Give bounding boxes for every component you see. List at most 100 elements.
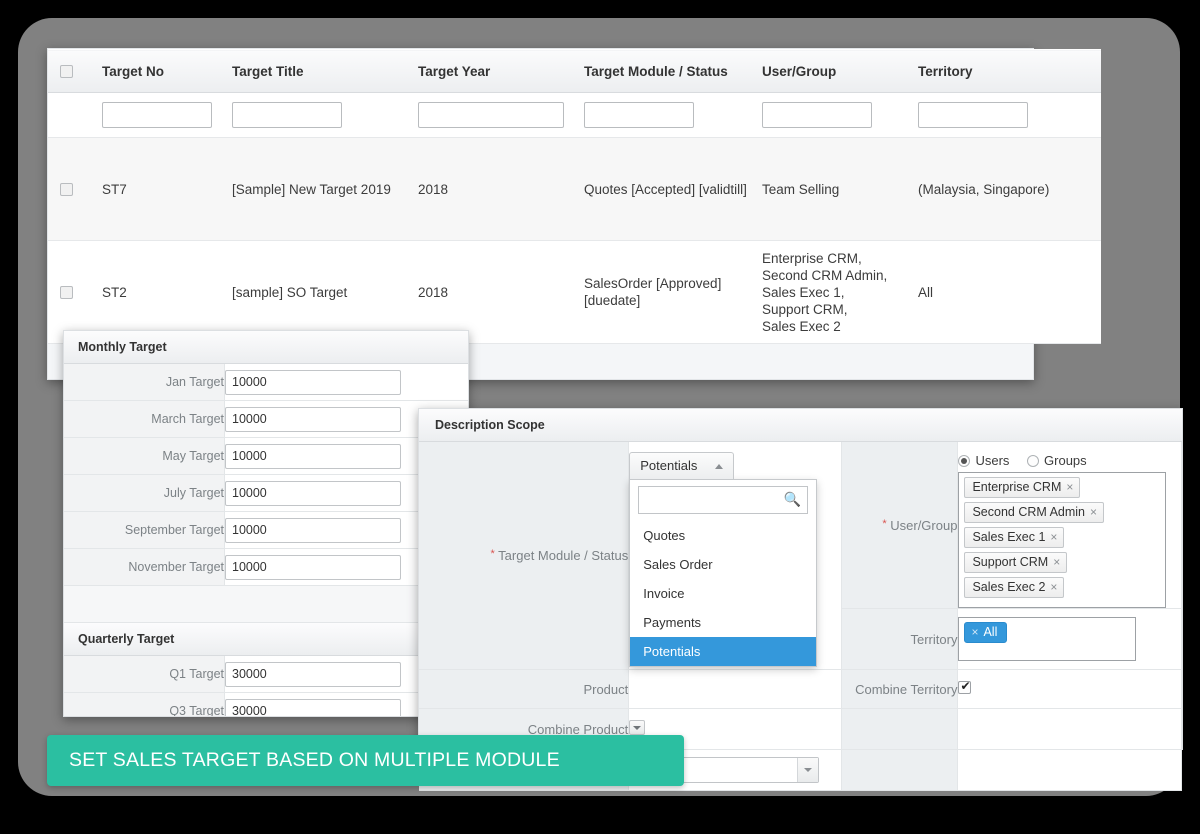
token-label: Support CRM [972,555,1049,569]
column-header-target-title[interactable]: Target Title [232,49,418,93]
user-group-value-cell: Users Groups Enterprise CRM × Second CRM … [957,442,1182,609]
cell-target-title[interactable]: [Sample] New Target 2019 [232,137,418,241]
filter-input-territory[interactable] [918,102,1028,128]
target-module-dropdown[interactable]: Potentials 🔍 Quotes Sales Order Invoice [629,452,841,667]
radio-groups-label: Groups [1044,453,1087,468]
form-row-q1: Q1 Target [64,656,468,693]
input-may-target[interactable] [225,443,401,469]
label-q3-target: Q3 Target [64,692,225,716]
select-all-checkbox[interactable] [60,65,73,79]
description-scope-header: Description Scope [419,409,1182,442]
radio-option-groups[interactable]: Groups [1027,453,1087,468]
token-item[interactable]: Sales Exec 2 × [964,577,1160,602]
remove-token-icon[interactable]: × [1053,555,1060,569]
token-item[interactable]: Sales Exec 1 × [964,527,1160,552]
dropdown-option-sales-order[interactable]: Sales Order [630,550,816,579]
filter-input-target-no[interactable] [102,102,212,128]
cell-target-module: Quotes [Accepted] [validtill] [584,137,762,241]
input-march-target[interactable] [225,406,401,432]
cell-target-title[interactable]: [sample] SO Target [232,240,418,344]
target-module-dropdown-button[interactable]: Potentials [629,452,734,479]
caption-banner: SET SALES TARGET BASED ON MULTIPLE MODUL… [47,735,684,786]
quarterly-target-table: Q1 Target Q3 Target [64,656,468,716]
remove-token-icon[interactable]: × [1090,505,1097,519]
label-march-target: March Target [64,400,225,438]
value-jan-target [224,364,468,401]
empty-value-cell [957,708,1182,750]
row-checkbox[interactable] [60,183,73,197]
input-july-target[interactable] [225,480,401,506]
label-september-target: September Target [64,511,225,549]
token-item[interactable]: Support CRM × [964,552,1160,577]
form-row-september: September Target [64,511,468,549]
user-group-radio-row: Users Groups [958,447,1171,472]
column-header-territory[interactable]: Territory [918,49,1101,93]
filter-input-target-module[interactable] [584,102,694,128]
filter-cell-target-module [584,92,762,138]
input-november-target[interactable] [225,554,401,580]
filter-input-user-group[interactable] [762,102,872,128]
user-group-token-box[interactable]: Enterprise CRM × Second CRM Admin × Sales … [958,472,1167,608]
scope-row-module-usergroup: * Target Module / Status Potentials 🔍 Qu… [419,442,1182,670]
dropdown-search-wrap[interactable]: 🔍 [638,486,809,514]
remove-token-icon[interactable]: × [1066,480,1073,494]
form-row-may: May Target [64,437,468,475]
filter-cell-territory [918,92,1101,138]
label-jan-target: Jan Target [64,364,225,401]
token-item[interactable]: × All [964,622,1008,643]
filter-input-target-year[interactable] [418,102,564,128]
scope-row-product: Product Combine Territory [419,669,1182,709]
combine-territory-checkbox[interactable] [958,679,972,694]
target-module-dropdown-panel: 🔍 Quotes Sales Order Invoice Payments Po… [629,479,818,667]
token-label: Sales Exec 1 [972,530,1046,544]
column-header-target-year[interactable]: Target Year [418,49,584,93]
label-target-module-status-cell: * Target Module / Status [419,442,630,670]
table-row[interactable]: ST7 [Sample] New Target 2019 2018 Quotes… [48,137,1101,241]
cell-target-year: 2018 [418,240,584,344]
token-item[interactable]: Enterprise CRM × [964,477,1160,502]
table-row[interactable]: ST2 [sample] SO Target 2018 SalesOrder [… [48,240,1101,344]
remove-token-icon[interactable]: × [971,625,978,639]
cell-target-no[interactable]: ST2 [102,240,232,344]
dropdown-search-input[interactable] [639,487,787,513]
radio-users-label: Users [975,453,1010,468]
token-label: Second CRM Admin [972,505,1086,519]
radio-option-users[interactable]: Users [958,453,1013,468]
combine-product-select[interactable] [629,720,646,735]
input-q3-target[interactable] [225,698,401,716]
table-filter-row [48,92,1101,138]
dropdown-option-potentials[interactable]: Potentials [630,637,817,666]
column-header-target-module-status[interactable]: Target Module / Status [584,49,762,93]
filter-cell-target-year [418,92,584,138]
input-jan-target[interactable] [225,369,401,395]
cell-target-no[interactable]: ST7 [102,137,232,241]
cell-territory: (Malaysia, Singapore) [918,137,1101,241]
empty-label-cell-2 [841,749,959,791]
cell-territory: All [918,240,1101,344]
input-q1-target[interactable] [225,661,401,687]
token-item[interactable]: Second CRM Admin × [964,502,1160,527]
select-all-header[interactable] [48,49,102,93]
dropdown-option-quotes[interactable]: Quotes [630,521,816,550]
remove-token-icon[interactable]: × [1050,580,1057,594]
token-label: Sales Exec 2 [972,580,1046,594]
combine-territory-value-cell [957,669,1182,709]
label-user-group: User/Group [890,517,958,533]
radio-groups-icon[interactable] [1027,455,1040,467]
token-label: All [983,625,998,639]
radio-users-icon[interactable] [958,455,971,467]
row-checkbox[interactable] [60,286,73,300]
column-header-user-group[interactable]: User/Group [762,49,918,93]
dropdown-option-invoice[interactable]: Invoice [630,579,816,608]
territory-token-box[interactable]: × All [958,617,1137,661]
input-september-target[interactable] [225,517,401,543]
required-asterisk-user-group: * [882,517,887,530]
row-select-cell[interactable] [48,240,102,344]
dropdown-option-payments[interactable]: Payments [630,608,816,637]
row-select-cell[interactable] [48,137,102,241]
product-value-cell[interactable] [628,669,842,709]
chevron-down-icon[interactable] [797,758,819,782]
filter-input-target-title[interactable] [232,102,342,128]
remove-token-icon[interactable]: × [1050,530,1057,544]
column-header-target-no[interactable]: Target No [102,49,232,93]
